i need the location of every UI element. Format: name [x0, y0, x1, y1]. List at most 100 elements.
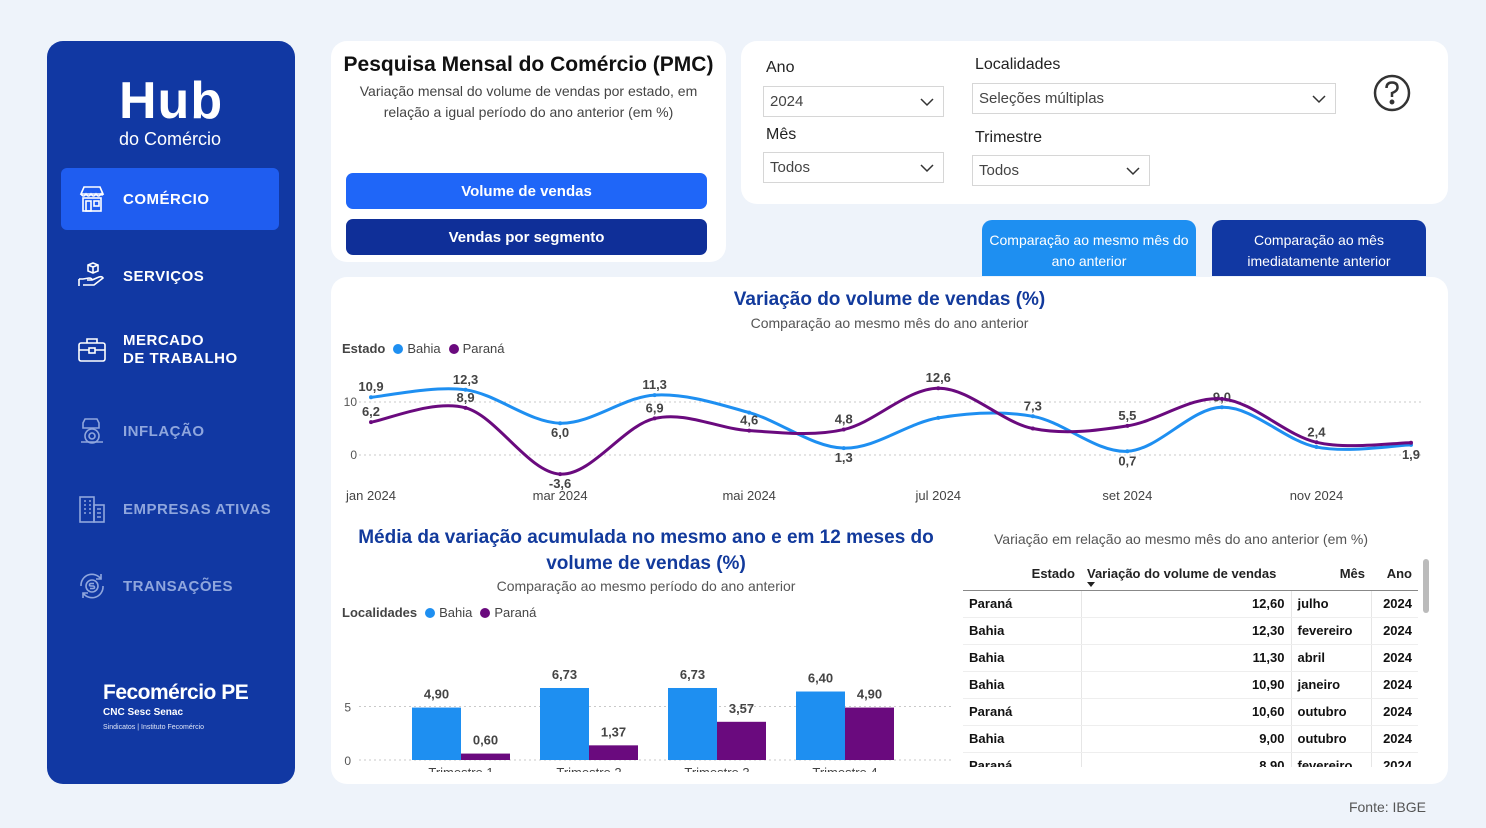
x-tick-label: jan 2024	[345, 488, 396, 503]
bar-parana[interactable]	[845, 707, 894, 760]
data-label: 4,90	[424, 687, 449, 702]
data-point[interactable]	[1030, 426, 1035, 431]
localidades-select[interactable]: Seleções múltiplas	[972, 83, 1336, 114]
data-point[interactable]	[936, 386, 941, 391]
bar-chart-title: Média da variação acumulada no mesmo ano…	[358, 527, 934, 574]
compare-same-month-button[interactable]: Comparação ao mesmo mês do ano anterior	[982, 220, 1196, 276]
legend-title: Estado	[342, 341, 386, 356]
cell-estado: Bahia	[963, 725, 1081, 753]
legend-dot-parana	[448, 343, 459, 354]
x-tick-label: nov 2024	[1290, 488, 1344, 503]
trimestre-value: Todos	[979, 162, 1020, 179]
cell-ano: 2024	[1370, 590, 1418, 618]
data-label: 7,3	[1024, 398, 1042, 413]
data-point[interactable]	[1125, 423, 1130, 428]
table-row[interactable]: Paraná 8,90 fevereiro 2024	[963, 752, 1418, 767]
col-estado[interactable]: Estado	[963, 557, 1081, 591]
x-tick-label: Trimestre 4	[812, 765, 877, 772]
y-tick-label: 0	[350, 448, 357, 462]
data-point[interactable]	[463, 405, 468, 410]
data-point[interactable]	[1314, 445, 1319, 450]
data-label: 4,90	[857, 687, 882, 702]
col-variacao-label: Variação do volume de vendas	[1087, 565, 1277, 581]
table-title: Variação em relação ao mesmo mês do ano …	[994, 531, 1369, 547]
bar-parana[interactable]	[717, 721, 766, 760]
volume-vendas-button[interactable]: Volume de vendas	[346, 173, 707, 209]
bar-bahia[interactable]	[540, 687, 589, 760]
data-label: 6,40	[808, 671, 833, 686]
col-ano[interactable]: Ano	[1371, 557, 1418, 591]
data-point[interactable]	[841, 427, 846, 432]
cell-variacao: 11,30	[1080, 644, 1291, 672]
sidebar-item-mercado[interactable]: MERCADO DE TRABALHO	[61, 319, 279, 381]
data-point[interactable]	[1314, 440, 1319, 445]
mes-select[interactable]: Todos	[763, 152, 944, 183]
data-label: 1,9	[1402, 447, 1420, 462]
cell-ano: 2024	[1370, 725, 1418, 753]
sidebar-item-transacoes[interactable]: TRANSAÇÕES	[61, 555, 279, 617]
sidebar-item-label: INFLAÇÃO	[123, 422, 205, 440]
bar-parana[interactable]	[589, 745, 638, 760]
bar-chart-subtitle: Comparação ao mesmo período do ano anter…	[496, 578, 796, 594]
ano-label: Ano	[766, 59, 795, 76]
data-label: 3,57	[729, 701, 754, 716]
table-row[interactable]: Paraná 10,60 outubro 2024	[963, 698, 1418, 726]
x-tick-label: set 2024	[1102, 488, 1152, 503]
data-point[interactable]	[369, 395, 373, 400]
table-header-row: Estado Variação do volume de vendas Mês …	[963, 557, 1418, 591]
series-line-bahia[interactable]	[370, 387, 1412, 453]
data-point[interactable]	[936, 415, 941, 420]
table-row[interactable]: Bahia 9,00 outubro 2024	[963, 725, 1418, 753]
sidebar-item-inflacao[interactable]: INFLAÇÃO	[61, 400, 279, 462]
cell-ano: 2024	[1370, 752, 1418, 767]
chevron-down-icon	[920, 98, 934, 107]
data-point[interactable]	[1409, 440, 1413, 445]
data-point[interactable]	[1030, 414, 1035, 419]
x-tick-label: jul 2024	[914, 488, 961, 503]
col-mes[interactable]: Mês	[1291, 557, 1371, 591]
sidebar-item-label: SERVIÇOS	[123, 267, 205, 285]
sidebar-item-comercio[interactable]: COMÉRCIO	[61, 168, 279, 230]
series-line-parana[interactable]	[370, 386, 1412, 476]
table-row[interactable]: Bahia 11,30 abril 2024	[963, 644, 1418, 672]
bar-parana[interactable]	[461, 753, 510, 760]
table-scrollbar[interactable]	[1423, 559, 1429, 613]
ano-select[interactable]: 2024	[763, 86, 944, 117]
table-row[interactable]: Paraná 12,60 julho 2024	[963, 590, 1418, 618]
table-row[interactable]: Bahia 12,30 fevereiro 2024	[963, 617, 1418, 645]
col-variacao[interactable]: Variação do volume de vendas	[1081, 557, 1291, 591]
bar-bahia[interactable]	[412, 707, 461, 760]
cell-estado: Paraná	[963, 698, 1081, 726]
bar-bahia[interactable]	[796, 691, 845, 760]
fecomercio-logo: Fecomércio PE CNC Sesc Senac Sindicatos …	[103, 681, 249, 731]
legend-bahia: Bahia	[439, 605, 473, 620]
cell-ano: 2024	[1370, 617, 1418, 645]
data-point[interactable]	[369, 420, 373, 425]
data-label: 2,4	[1307, 424, 1326, 439]
data-point[interactable]	[747, 428, 752, 433]
table-row[interactable]: Bahia 10,90 janeiro 2024	[963, 671, 1418, 699]
line-chart: 010jan 2024 mar 2024 mai 2024 jul 2024 set 2…	[344, 370, 1423, 503]
sidebar-item-label-group: MERCADO DE TRABALHO	[123, 332, 238, 368]
bar-bahia[interactable]	[668, 687, 717, 760]
inflation-icon	[75, 414, 109, 448]
data-point[interactable]	[1219, 405, 1224, 410]
data-point[interactable]	[652, 393, 657, 398]
legend-title: Localidades	[342, 605, 418, 620]
data-point[interactable]	[1219, 396, 1224, 401]
vendas-segmento-button[interactable]: Vendas por segmento	[346, 219, 707, 255]
page-subtitle: Variação mensal do volume de vendas por …	[359, 83, 698, 120]
help-icon[interactable]	[1372, 73, 1412, 113]
sidebar-item-servicos[interactable]: SERVIÇOS	[61, 245, 279, 307]
compare-previous-month-button[interactable]: Comparação ao mês imediatamente anterior	[1212, 220, 1426, 276]
data-label: 5,5	[1118, 408, 1136, 423]
data-label: 12,6	[926, 370, 951, 385]
sidebar-item-label: COMÉRCIO	[123, 190, 210, 208]
cell-variacao: 9,00	[1080, 725, 1291, 753]
sidebar-item-empresas[interactable]: EMPRESAS ATIVAS	[61, 478, 279, 540]
legend-dot-bahia	[425, 607, 436, 618]
data-point[interactable]	[652, 416, 657, 421]
cell-mes: fevereiro	[1290, 752, 1371, 767]
trimestre-select[interactable]: Todos	[972, 155, 1150, 186]
mes-label: Mês	[766, 126, 797, 143]
